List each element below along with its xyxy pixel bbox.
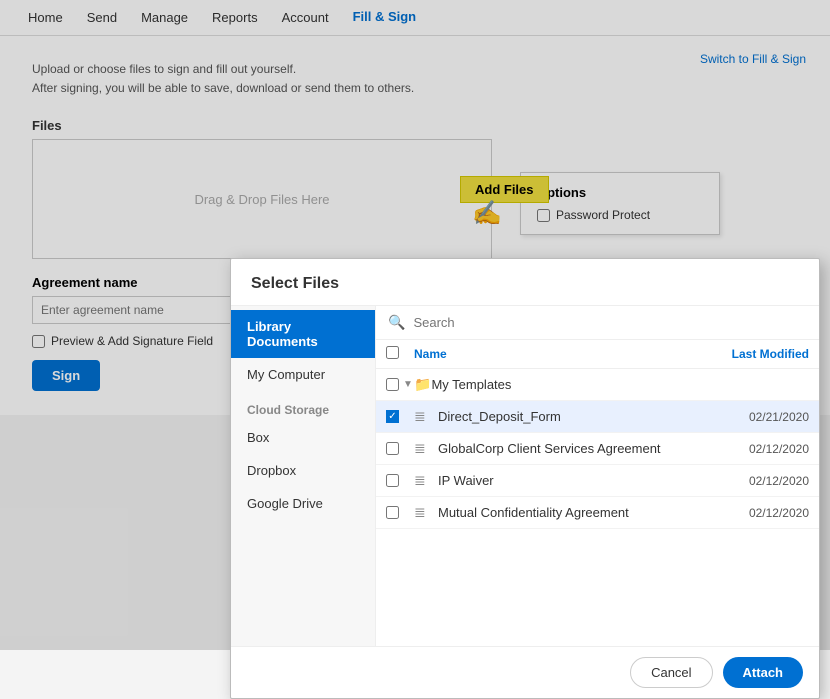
doc-icon-3: ≣ [414, 504, 438, 521]
sidebar-library-documents[interactable]: Library Documents [231, 310, 375, 358]
file-table: Name Last Modified ▼ 📁 My Templates ✓ [376, 340, 819, 646]
table-header: Name Last Modified [376, 340, 819, 369]
file-checkbox-1[interactable] [386, 442, 399, 455]
folder-check: ▼ [386, 378, 414, 391]
search-icon: 🔍 [388, 314, 405, 331]
folder-row[interactable]: ▼ 📁 My Templates [376, 369, 819, 401]
cloud-storage-label: Cloud Storage [231, 391, 375, 421]
file-name-0: Direct_Deposit_Form [438, 409, 719, 424]
select-files-modal: Select Files Library Documents My Comput… [230, 258, 820, 699]
sidebar-my-computer[interactable]: My Computer [231, 358, 375, 391]
modal-body: Library Documents My Computer Cloud Stor… [231, 306, 819, 646]
file-name-3: Mutual Confidentiality Agreement [438, 505, 719, 520]
file-check-1[interactable] [386, 442, 414, 455]
cancel-button[interactable]: Cancel [630, 657, 712, 688]
doc-icon-2: ≣ [414, 472, 438, 489]
col-modified-header: Last Modified [719, 347, 809, 361]
file-row-2[interactable]: ≣ IP Waiver 02/12/2020 [376, 465, 819, 497]
folder-icon: 📁 [414, 376, 431, 393]
file-row-3[interactable]: ≣ Mutual Confidentiality Agreement 02/12… [376, 497, 819, 529]
file-name-1: GlobalCorp Client Services Agreement [438, 441, 719, 456]
file-date-1: 02/12/2020 [719, 442, 809, 456]
file-row-1[interactable]: ≣ GlobalCorp Client Services Agreement 0… [376, 433, 819, 465]
checked-box-0: ✓ [386, 410, 399, 423]
modal-title: Select Files [231, 259, 819, 306]
file-check-2[interactable] [386, 474, 414, 487]
file-name-2: IP Waiver [438, 473, 719, 488]
modal-footer: Cancel Attach [231, 646, 819, 698]
modal-sidebar: Library Documents My Computer Cloud Stor… [231, 306, 376, 646]
file-checkbox-3[interactable] [386, 506, 399, 519]
folder-checkbox[interactable] [386, 378, 399, 391]
col-name-header: Name [414, 347, 719, 361]
doc-icon-0: ≣ [414, 408, 438, 425]
file-date-2: 02/12/2020 [719, 474, 809, 488]
file-date-3: 02/12/2020 [719, 506, 809, 520]
sidebar-dropbox[interactable]: Dropbox [231, 454, 375, 487]
file-checkbox-2[interactable] [386, 474, 399, 487]
file-check-3[interactable] [386, 506, 414, 519]
sidebar-box[interactable]: Box [231, 421, 375, 454]
search-input[interactable] [413, 315, 807, 330]
file-date-0: 02/21/2020 [719, 410, 809, 424]
sidebar-google-drive[interactable]: Google Drive [231, 487, 375, 520]
modal-content: 🔍 Name Last Modified ▼ [376, 306, 819, 646]
doc-icon-1: ≣ [414, 440, 438, 457]
search-bar: 🔍 [376, 306, 819, 340]
file-row-0[interactable]: ✓ ≣ Direct_Deposit_Form 02/21/2020 [376, 401, 819, 433]
file-check-0[interactable]: ✓ [386, 410, 414, 423]
attach-button[interactable]: Attach [723, 657, 803, 688]
folder-name: My Templates [431, 377, 511, 392]
select-all-checkbox[interactable] [386, 346, 399, 359]
